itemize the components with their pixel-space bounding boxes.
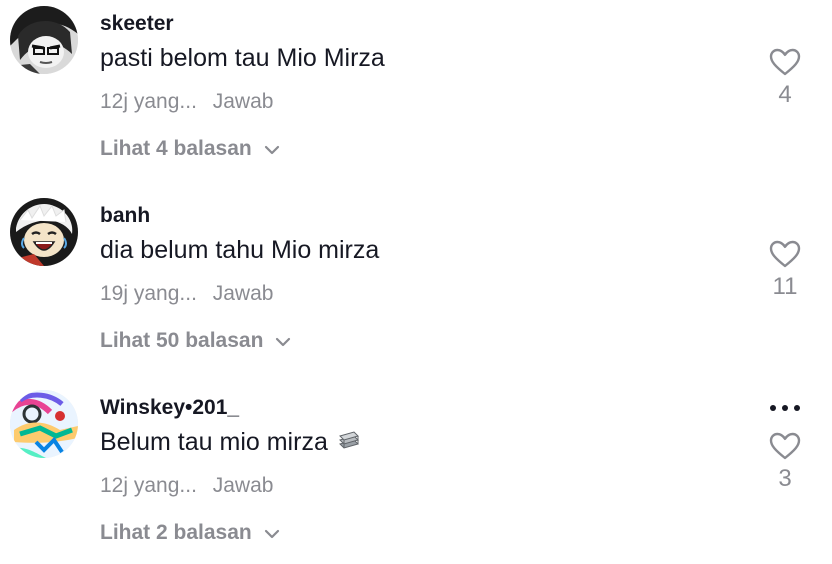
like-count: 11 [772,273,798,300]
view-replies-label: Lihat 4 balasan [100,137,252,160]
view-replies-button[interactable]: Lihat 2 balasan [100,521,280,545]
view-replies-label: Lihat 2 balasan [100,521,252,544]
like-button[interactable]: 4 [764,48,806,109]
more-options-icon [764,405,806,422]
comment-meta: 12j yang... Jawab [100,90,273,114]
comment-item: Winskey•201_ Belum tau mio mirza 12j yan… [0,384,832,564]
comment-username[interactable]: skeeter [100,12,174,36]
comment-meta: 19j yang... Jawab [100,282,273,306]
comment-text: Belum tau mio mirza [100,428,362,459]
comment-username[interactable]: Winskey•201_ [100,396,239,420]
money-stack-emoji-icon [336,428,362,459]
comment-time: 12j yang... [100,90,197,113]
avatar[interactable] [10,390,78,458]
more-options-button[interactable] [764,398,806,418]
comment-time: 12j yang... [100,474,197,497]
manga-character-avatar-icon [10,6,78,74]
heart-outline-icon [764,240,806,268]
comment-item: banh dia belum tahu Mio mirza 19j yang..… [0,192,832,372]
heart-outline-icon [764,48,806,76]
laughing-character-avatar-icon [10,198,78,266]
chevron-down-icon [275,329,291,353]
avatar[interactable] [10,6,78,74]
comment-text: pasti belom tau Mio Mirza [100,44,385,72]
chevron-down-icon [264,137,280,161]
colorful-abstract-avatar-icon [10,390,78,458]
like-count: 3 [778,465,792,492]
reply-button[interactable]: Jawab [213,282,274,305]
heart-outline-icon [764,432,806,460]
like-button[interactable]: 3 [764,432,806,493]
reply-button[interactable]: Jawab [213,90,274,113]
comment-text: dia belum tahu Mio mirza [100,236,380,264]
reply-button[interactable]: Jawab [213,474,274,497]
avatar[interactable] [10,198,78,266]
view-replies-button[interactable]: Lihat 50 balasan [100,329,291,353]
comment-time: 19j yang... [100,282,197,305]
like-button[interactable]: 11 [764,240,806,301]
comment-meta: 12j yang... Jawab [100,474,273,498]
comment-item: skeeter pasti belom tau Mio Mirza 12j ya… [0,0,832,180]
chevron-down-icon [264,521,280,545]
view-replies-button[interactable]: Lihat 4 balasan [100,137,280,161]
comment-text-content: Belum tau mio mirza [100,428,328,457]
like-count: 4 [778,81,792,108]
comment-username[interactable]: banh [100,204,150,228]
view-replies-label: Lihat 50 balasan [100,329,264,352]
